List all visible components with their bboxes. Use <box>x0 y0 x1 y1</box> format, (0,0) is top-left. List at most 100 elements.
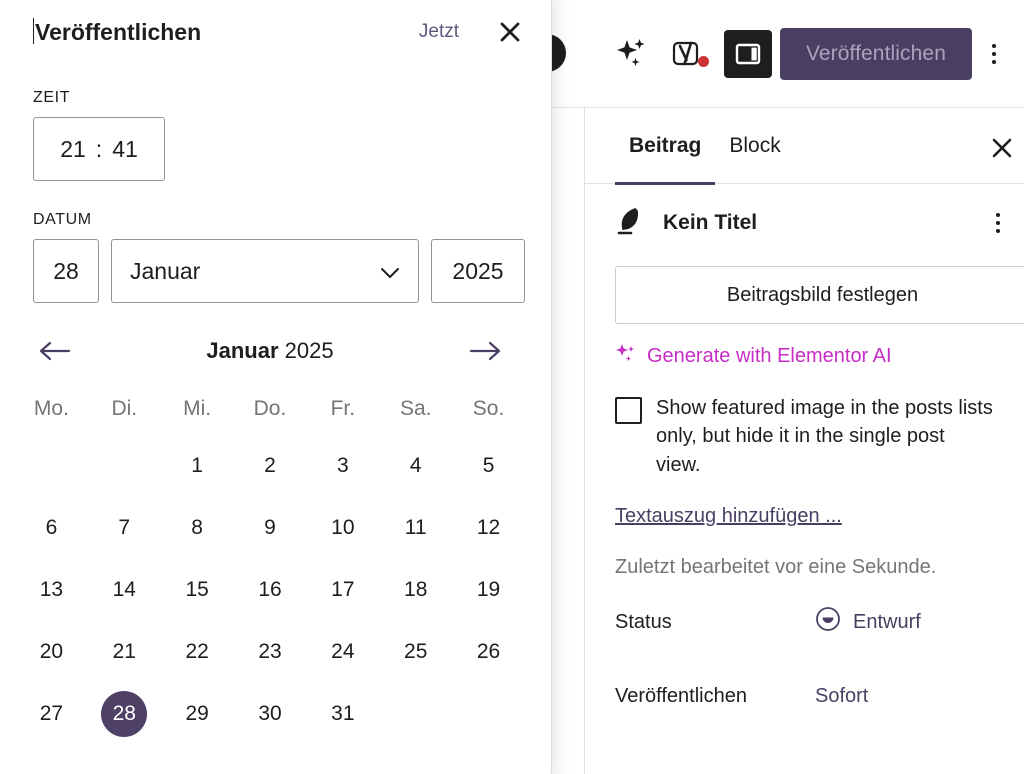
elementor-ai-sparkle-small-icon <box>615 342 637 370</box>
tab-block[interactable]: Block <box>715 108 794 184</box>
calendar-day[interactable]: 20 <box>15 629 88 675</box>
calendar-day[interactable]: 25 <box>379 629 452 675</box>
calendar-day[interactable]: 1 <box>161 443 234 489</box>
calendar-weekday-header: Do. <box>253 397 287 420</box>
calendar-year: 2025 <box>284 338 334 363</box>
calendar-weekday-header: Mo. <box>33 397 69 420</box>
minutes-input[interactable]: 41 <box>112 136 138 163</box>
yoast-logo <box>667 34 709 74</box>
settings-sidebar-toggle-icon[interactable] <box>723 29 772 78</box>
calendar-navigation: Januar 2025 <box>33 327 507 375</box>
calendar-day[interactable]: 3 <box>306 443 379 489</box>
month-select[interactable]: Januar <box>111 239 419 303</box>
calendar-month-name: Januar <box>206 338 279 363</box>
calendar-day[interactable]: 6 <box>15 505 88 551</box>
post-summary-row: Kein Titel <box>585 192 1024 254</box>
calendar-day[interactable]: 11 <box>379 505 452 551</box>
status-row: Status Entwurf <box>585 591 1024 653</box>
day-input[interactable]: 28 <box>33 239 99 303</box>
calendar-day[interactable]: 29 <box>161 691 234 737</box>
year-input[interactable]: 2025 <box>431 239 525 303</box>
calendar-day[interactable]: 8 <box>161 505 234 551</box>
calendar-day[interactable]: 7 <box>88 505 161 551</box>
screen-root: Veröffentlichen Beitrag Block Kein Titel… <box>0 0 1024 774</box>
calendar-next-month-icon[interactable] <box>463 329 507 373</box>
post-settings-panel: Beitrag Block Kein Titel Beitragsbild fe… <box>584 108 1024 774</box>
status-value-text: Entwurf <box>853 610 921 633</box>
calendar-day-selected[interactable]: 28 <box>88 691 161 737</box>
post-feather-icon <box>615 206 643 241</box>
calendar-day[interactable]: 31 <box>306 691 379 737</box>
text-caret <box>33 18 34 44</box>
calendar-day[interactable]: 27 <box>15 691 88 737</box>
featured-image-visibility-checkbox[interactable] <box>615 397 642 424</box>
elementor-ai-link-label: Generate with Elementor AI <box>647 344 892 367</box>
calendar-day[interactable]: 23 <box>234 629 307 675</box>
calendar-empty-cell <box>15 443 88 489</box>
time-field-label: ZEIT <box>33 89 71 106</box>
yoast-notification-dot <box>697 55 709 67</box>
post-actions-kebab-icon[interactable] <box>980 213 1016 233</box>
chevron-down-icon <box>380 258 400 285</box>
calendar-day[interactable]: 26 <box>452 629 525 675</box>
calendar-day[interactable]: 22 <box>161 629 234 675</box>
last-edited-text: Zuletzt bearbeitet vor eine Sekunde. <box>615 556 937 579</box>
popover-close-icon[interactable] <box>493 15 527 49</box>
time-separator: : <box>95 135 103 162</box>
publish-schedule-row: Veröffentlichen Sofort <box>585 665 1024 727</box>
close-panel-icon[interactable] <box>984 130 1020 166</box>
calendar-day[interactable]: 14 <box>88 567 161 613</box>
featured-image-visibility-checkbox-row[interactable]: Show featured image in the posts lists o… <box>615 394 994 479</box>
calendar-day[interactable]: 9 <box>234 505 307 551</box>
calendar-day[interactable]: 16 <box>234 567 307 613</box>
hours-input[interactable]: 21 <box>60 136 86 163</box>
set-featured-image-button[interactable]: Beitragsbild festlegen <box>615 266 1024 324</box>
calendar-day[interactable]: 19 <box>452 567 525 613</box>
calendar-grid: Mo. Di. Mi. Do. Fr. Sa. So. 1 2 3 4 5 6 7 8 9 10 11 12 13 14… <box>15 397 525 737</box>
calendar-day[interactable]: 4 <box>379 443 452 489</box>
date-input-group: 28 Januar 2025 <box>33 239 551 303</box>
status-value-button[interactable]: Entwurf <box>815 606 921 638</box>
popover-title-text: Veröffentlichen <box>35 19 202 45</box>
publish-value-text: Sofort <box>815 684 869 707</box>
calendar-day[interactable]: 13 <box>15 567 88 613</box>
calendar-weekday-header: Sa. <box>399 397 432 420</box>
month-select-value: Januar <box>130 257 201 284</box>
popover-title: Veröffentlichen <box>33 18 419 46</box>
calendar-prev-month-icon[interactable] <box>33 329 77 373</box>
calendar-day[interactable]: 15 <box>161 567 234 613</box>
publish-button[interactable]: Veröffentlichen <box>779 27 972 80</box>
calendar-day[interactable]: 12 <box>452 505 525 551</box>
date-field-label: DATUM <box>33 211 92 228</box>
panel-tab-bar: Beitrag Block <box>585 108 1024 185</box>
featured-image-visibility-label: Show featured image in the posts lists o… <box>656 397 993 476</box>
calendar-day[interactable]: 21 <box>88 629 161 675</box>
popover-header: Veröffentlichen Jetzt <box>0 0 551 75</box>
publish-label: Veröffentlichen <box>615 684 747 707</box>
calendar-day[interactable]: 30 <box>234 691 307 737</box>
elementor-ai-sparkle-icon[interactable] <box>604 26 660 82</box>
tab-beitrag[interactable]: Beitrag <box>615 108 716 185</box>
post-title-text: Kein Titel <box>663 211 758 234</box>
calendar-weekday-header: Fr. <box>330 397 356 420</box>
add-excerpt-link[interactable]: Textauszug hinzufügen ... <box>615 505 842 528</box>
calendar-day[interactable]: 2 <box>234 443 307 489</box>
calendar-day[interactable]: 18 <box>379 567 452 613</box>
publish-date-popover: Veröffentlichen Jetzt ZEIT 21 : 41 DATUM… <box>0 0 552 774</box>
calendar-day[interactable]: 17 <box>306 567 379 613</box>
calendar-weekday-header: So. <box>472 397 505 420</box>
calendar-weekday-header: Di. <box>111 397 138 420</box>
time-input-group[interactable]: 21 : 41 <box>33 117 165 181</box>
calendar-empty-cell <box>88 443 161 489</box>
calendar-day[interactable]: 24 <box>306 629 379 675</box>
editor-options-kebab-icon[interactable] <box>972 28 1016 80</box>
calendar-month-year-label: Januar 2025 <box>206 338 333 364</box>
publish-value-button[interactable]: Sofort <box>815 685 868 708</box>
yoast-seo-icon[interactable] <box>660 26 716 82</box>
calendar-day[interactable]: 5 <box>452 443 525 489</box>
generate-with-elementor-ai-link[interactable]: Generate with Elementor AI <box>615 342 1024 370</box>
calendar-weekday-header: Mi. <box>183 397 212 420</box>
set-now-button[interactable]: Jetzt <box>419 21 459 43</box>
calendar-day[interactable]: 10 <box>306 505 379 551</box>
draft-status-icon <box>815 606 841 638</box>
